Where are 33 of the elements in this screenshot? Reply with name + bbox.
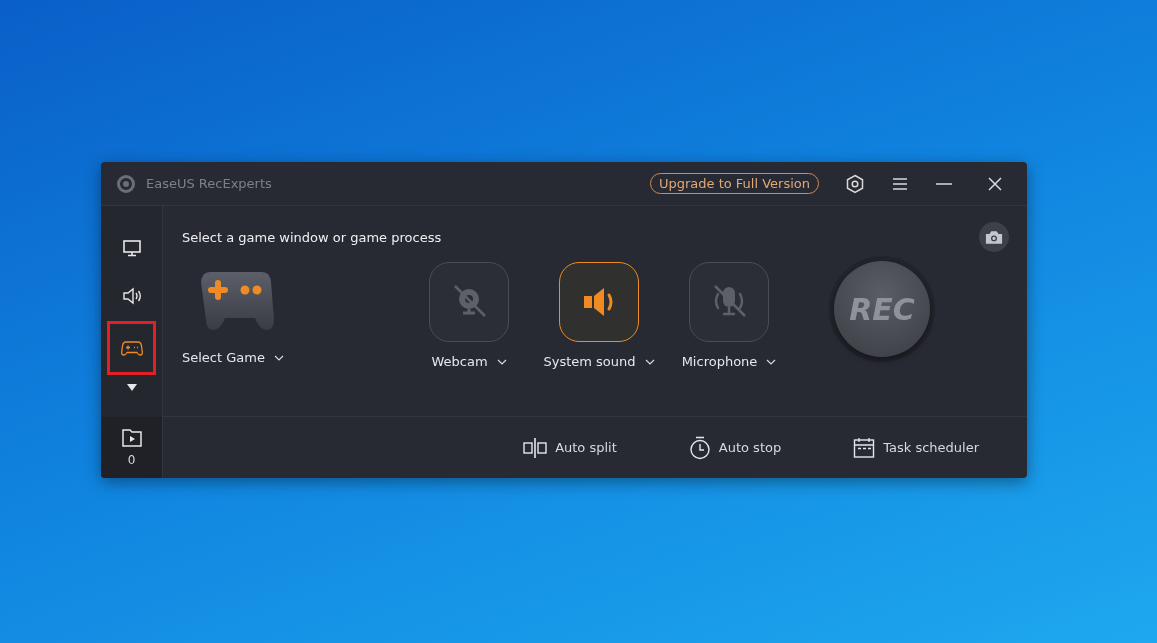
chevron-down-icon: [273, 354, 284, 361]
heading: Select a game window or game process: [182, 229, 442, 245]
calendar-icon: [853, 436, 876, 459]
system-sound-dropdown[interactable]: System sound: [543, 354, 655, 369]
microphone-dropdown[interactable]: Microphone: [681, 354, 777, 369]
window-title: EaseUS RecExperts: [146, 176, 272, 191]
system-sound-toggle[interactable]: [559, 262, 639, 342]
minimize-icon[interactable]: [935, 181, 953, 186]
microphone-toggle[interactable]: [689, 262, 769, 342]
webcam-toggle[interactable]: [429, 262, 509, 342]
auto-split-button[interactable]: Auto split: [523, 436, 617, 459]
screenshot-button[interactable]: [979, 222, 1009, 252]
caret-icon[interactable]: [126, 384, 137, 391]
chevron-down-icon: [644, 358, 655, 365]
speaker-icon[interactable]: [121, 286, 142, 306]
select-game-dropdown[interactable]: Select Game: [182, 350, 284, 365]
task-scheduler-button[interactable]: Task scheduler: [853, 436, 979, 459]
camera-icon: [985, 229, 1003, 245]
video-folder-icon[interactable]: [120, 428, 143, 448]
auto-stop-button[interactable]: Auto stop: [688, 435, 782, 460]
logo-icon: [116, 173, 136, 194]
split-icon: [523, 436, 548, 459]
webcam-dropdown[interactable]: Webcam: [431, 354, 507, 369]
chevron-down-icon: [766, 358, 777, 365]
monitor-icon[interactable]: [121, 238, 142, 258]
chevron-down-icon: [496, 358, 507, 365]
gamepad-icon[interactable]: [120, 339, 143, 357]
menu-icon[interactable]: [891, 175, 909, 192]
settings-icon[interactable]: [845, 173, 865, 194]
file-count: 0: [127, 453, 136, 467]
timer-icon: [688, 435, 711, 460]
close-icon[interactable]: [987, 175, 1003, 192]
gamepad-icon[interactable]: [198, 272, 274, 330]
